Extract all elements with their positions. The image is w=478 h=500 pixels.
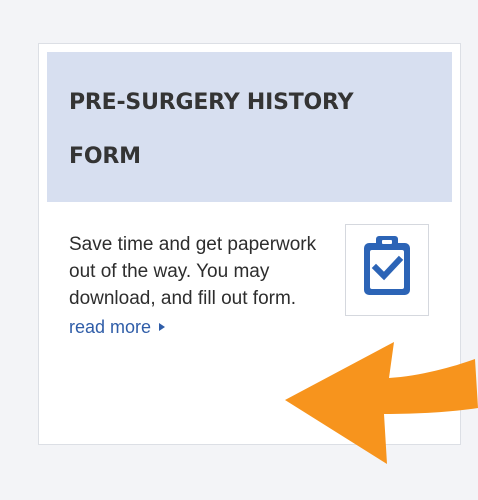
card-title: PRE-SURGERY HISTORY FORM	[69, 90, 354, 169]
read-more-link[interactable]: read more	[69, 314, 166, 340]
triangle-right-icon	[159, 323, 166, 332]
clipboard-check-icon	[364, 236, 410, 295]
card-header: PRE-SURGERY HISTORY FORM	[47, 52, 452, 202]
card-description: Save time and get paperwork out of the w…	[69, 234, 317, 309]
card-body: Save time and get paperwork out of the w…	[69, 231, 321, 341]
form-card: PRE-SURGERY HISTORY FORM Save time and g…	[38, 43, 461, 445]
clipboard-icon-box	[345, 224, 429, 316]
page: PRE-SURGERY HISTORY FORM Save time and g…	[0, 0, 478, 500]
read-more-label: read more	[69, 317, 152, 337]
